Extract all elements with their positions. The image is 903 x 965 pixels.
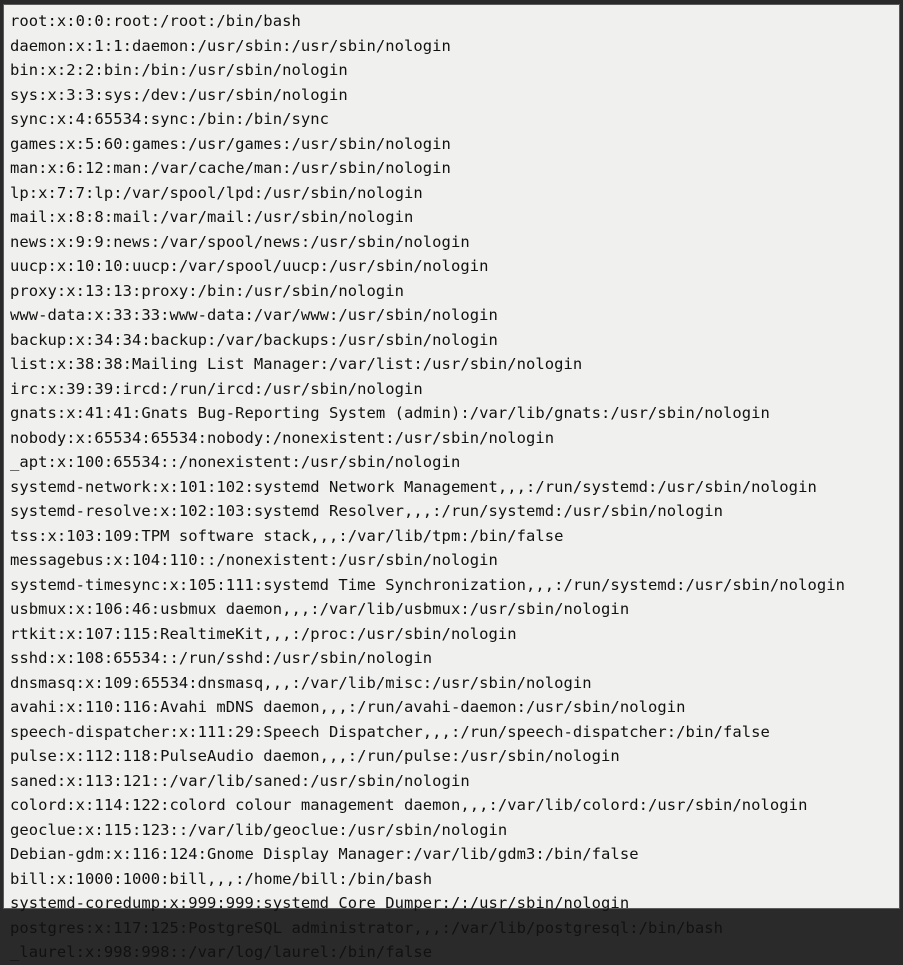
passwd-line: messagebus:x:104:110::/nonexistent:/usr/… [10, 548, 893, 573]
passwd-line: sys:x:3:3:sys:/dev:/usr/sbin/nologin [10, 83, 893, 108]
passwd-line: proxy:x:13:13:proxy:/bin:/usr/sbin/nolog… [10, 279, 893, 304]
passwd-line: www-data:x:33:33:www-data:/var/www:/usr/… [10, 303, 893, 328]
passwd-line: tss:x:103:109:TPM software stack,,,:/var… [10, 524, 893, 549]
passwd-line: gnats:x:41:41:Gnats Bug-Reporting System… [10, 401, 893, 426]
passwd-line: lp:x:7:7:lp:/var/spool/lpd:/usr/sbin/nol… [10, 181, 893, 206]
passwd-line: man:x:6:12:man:/var/cache/man:/usr/sbin/… [10, 156, 893, 181]
passwd-line: usbmux:x:106:46:usbmux daemon,,,:/var/li… [10, 597, 893, 622]
file-content[interactable]: root:x:0:0:root:/root:/bin/bashdaemon:x:… [10, 9, 893, 965]
passwd-line: geoclue:x:115:123::/var/lib/geoclue:/usr… [10, 818, 893, 843]
passwd-line: colord:x:114:122:colord colour managemen… [10, 793, 893, 818]
passwd-line: Debian-gdm:x:116:124:Gnome Display Manag… [10, 842, 893, 867]
passwd-line: systemd-timesync:x:105:111:systemd Time … [10, 573, 893, 598]
passwd-line: root:x:0:0:root:/root:/bin/bash [10, 9, 893, 34]
passwd-line: avahi:x:110:116:Avahi mDNS daemon,,,:/ru… [10, 695, 893, 720]
passwd-line: postgres:x:117:125:PostgreSQL administra… [10, 916, 893, 941]
passwd-line: uucp:x:10:10:uucp:/var/spool/uucp:/usr/s… [10, 254, 893, 279]
passwd-line: speech-dispatcher:x:111:29:Speech Dispat… [10, 720, 893, 745]
passwd-line: bin:x:2:2:bin:/bin:/usr/sbin/nologin [10, 58, 893, 83]
passwd-line: rtkit:x:107:115:RealtimeKit,,,:/proc:/us… [10, 622, 893, 647]
passwd-line: bill:x:1000:1000:bill,,,:/home/bill:/bin… [10, 867, 893, 892]
passwd-line: games:x:5:60:games:/usr/games:/usr/sbin/… [10, 132, 893, 157]
passwd-line: mail:x:8:8:mail:/var/mail:/usr/sbin/nolo… [10, 205, 893, 230]
passwd-line: pulse:x:112:118:PulseAudio daemon,,,:/ru… [10, 744, 893, 769]
terminal-window[interactable]: root:x:0:0:root:/root:/bin/bashdaemon:x:… [3, 4, 900, 909]
passwd-line: _apt:x:100:65534::/nonexistent:/usr/sbin… [10, 450, 893, 475]
passwd-line: sshd:x:108:65534::/run/sshd:/usr/sbin/no… [10, 646, 893, 671]
passwd-line: systemd-network:x:101:102:systemd Networ… [10, 475, 893, 500]
passwd-line: irc:x:39:39:ircd:/run/ircd:/usr/sbin/nol… [10, 377, 893, 402]
passwd-line: sync:x:4:65534:sync:/bin:/bin/sync [10, 107, 893, 132]
passwd-line: list:x:38:38:Mailing List Manager:/var/l… [10, 352, 893, 377]
passwd-line: daemon:x:1:1:daemon:/usr/sbin:/usr/sbin/… [10, 34, 893, 59]
passwd-line: backup:x:34:34:backup:/var/backups:/usr/… [10, 328, 893, 353]
passwd-line: _laurel:x:998:998::/var/log/laurel:/bin/… [10, 940, 893, 965]
passwd-line: nobody:x:65534:65534:nobody:/nonexistent… [10, 426, 893, 451]
passwd-line: saned:x:113:121::/var/lib/saned:/usr/sbi… [10, 769, 893, 794]
passwd-line: systemd-resolve:x:102:103:systemd Resolv… [10, 499, 893, 524]
passwd-line: news:x:9:9:news:/var/spool/news:/usr/sbi… [10, 230, 893, 255]
passwd-line: dnsmasq:x:109:65534:dnsmasq,,,:/var/lib/… [10, 671, 893, 696]
